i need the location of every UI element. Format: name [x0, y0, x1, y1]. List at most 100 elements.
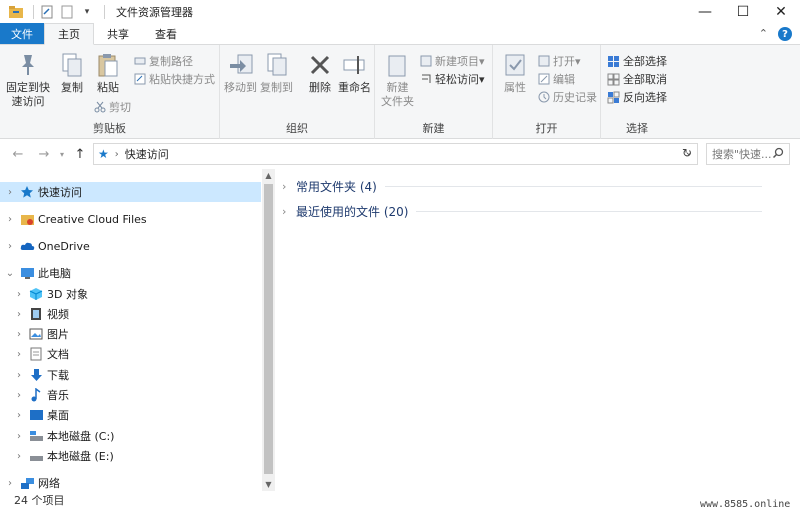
history-icon — [537, 91, 550, 104]
chevron-right-icon[interactable]: › — [14, 410, 24, 421]
nav-item-network[interactable]: › 网络 — [0, 473, 261, 493]
item-count: 24 个项目 — [14, 494, 65, 507]
scroll-down-icon[interactable]: ▼ — [262, 480, 275, 489]
clipboard-group: 固定到快 速访问 复制 粘贴 复制路径 粘贴快捷方式 剪切 剪贴板 — [0, 45, 220, 139]
star-icon: ★ — [98, 147, 109, 161]
edit-icon — [537, 73, 550, 86]
cut-button[interactable]: 剪切 — [93, 98, 131, 116]
computer-icon — [19, 265, 35, 281]
delete-x-icon — [306, 51, 334, 79]
open-group-label: 打开 — [535, 122, 558, 135]
address-bar[interactable]: ★ › 快速访问 ⌄ — [93, 143, 698, 165]
clipboard-group-label: 剪贴板 — [93, 122, 126, 135]
recent-files-group[interactable]: › 最近使用的文件 (20) — [282, 199, 762, 223]
nav-item-documents[interactable]: › 文档 — [0, 344, 261, 364]
rename-button[interactable]: 重命名 — [338, 51, 371, 95]
open-button[interactable]: 打开 ▾ — [537, 52, 581, 70]
nav-item-drive-c[interactable]: › 本地磁盘 (C:) — [0, 426, 261, 446]
easy-access-button[interactable]: 轻松访问 ▾ — [419, 70, 485, 88]
nav-item-creative-cloud[interactable]: › Creative Cloud Files — [0, 209, 261, 229]
chevron-down-icon[interactable]: ⌄ — [5, 268, 15, 279]
chevron-right-icon[interactable]: › — [5, 478, 15, 489]
nav-item-this-pc[interactable]: ⌄ 此电脑 — [0, 263, 261, 283]
nav-item-desktop[interactable]: › 桌面 — [0, 405, 261, 425]
maximize-button[interactable]: ☐ — [724, 0, 762, 24]
chevron-right-icon[interactable]: › — [14, 451, 24, 462]
close-button[interactable]: ✕ — [762, 0, 800, 24]
nav-item-quick-access[interactable]: › 快速访问 — [0, 182, 261, 202]
tab-share[interactable]: 共享 — [94, 23, 142, 44]
recent-locations-icon[interactable]: ▾ — [53, 150, 71, 159]
chevron-right-icon[interactable]: › — [14, 370, 24, 381]
edit-button[interactable]: 编辑 — [537, 70, 575, 88]
copy-icon — [58, 51, 86, 79]
new-item-button[interactable]: 新建项目 ▾ — [419, 52, 485, 70]
pin-quick-access-button[interactable]: 固定到快 速访问 — [6, 51, 50, 109]
tab-file[interactable]: 文件 — [0, 23, 44, 44]
nav-item-onedrive[interactable]: › OneDrive — [0, 236, 261, 256]
customize-toolbar-icon[interactable]: ▾ — [79, 4, 95, 20]
copy-to-button[interactable]: 复制到 — [260, 51, 293, 95]
move-to-button[interactable]: 移动到 — [224, 51, 257, 95]
invert-selection-button[interactable]: 反向选择 — [607, 88, 667, 106]
new-folder-button[interactable]: 新建 文件夹 — [381, 51, 414, 109]
search-input[interactable]: 搜索"快速... — [706, 143, 790, 165]
quick-access-toolbar: ▾ 文件资源管理器 — [0, 0, 193, 24]
properties-button[interactable]: 属性 — [501, 51, 529, 95]
chevron-right-icon[interactable]: › — [14, 309, 24, 320]
back-arrow-icon[interactable]: ← — [9, 147, 27, 162]
nav-item-music[interactable]: › 音乐 — [0, 385, 261, 405]
chevron-right-icon[interactable]: › — [14, 431, 24, 442]
copy-to-icon — [263, 51, 291, 79]
scroll-up-icon[interactable]: ▲ — [262, 171, 275, 180]
paste-shortcut-icon — [133, 73, 146, 86]
minimize-button[interactable]: — — [686, 0, 724, 24]
cloud-icon — [19, 238, 35, 254]
paste-button[interactable]: 粘贴 — [94, 51, 122, 95]
chevron-right-icon[interactable]: › — [14, 289, 24, 300]
copy-button[interactable]: 复制 — [58, 51, 86, 95]
properties-check-icon — [501, 51, 529, 79]
chevron-right-icon[interactable]: › — [14, 390, 24, 401]
nav-item-downloads[interactable]: › 下载 — [0, 365, 261, 385]
up-arrow-icon[interactable]: ↑ — [71, 147, 89, 162]
cube-icon — [28, 286, 44, 302]
scroll-thumb[interactable] — [264, 184, 273, 474]
forward-arrow-icon[interactable]: → — [35, 147, 53, 162]
chevron-right-icon[interactable]: › — [14, 329, 24, 340]
nav-item-pictures[interactable]: › 图片 — [0, 324, 261, 344]
select-none-button[interactable]: 全部取消 — [607, 70, 667, 88]
nav-item-drive-e[interactable]: › 本地磁盘 (E:) — [0, 446, 261, 466]
delete-button[interactable]: 删除 — [306, 51, 334, 95]
chevron-right-icon[interactable]: › — [5, 241, 15, 252]
new-item-icon — [419, 55, 432, 68]
help-icon[interactable]: ? — [778, 27, 792, 41]
title-bar: ▾ 文件资源管理器 — ☐ ✕ — [0, 0, 800, 24]
nav-item-3d-objects[interactable]: › 3D 对象 — [0, 284, 261, 304]
frequent-folders-group[interactable]: › 常用文件夹 (4) — [282, 174, 762, 198]
chevron-right-icon[interactable]: › — [5, 187, 15, 198]
tab-view[interactable]: 查看 — [142, 23, 190, 44]
properties-icon[interactable] — [39, 4, 55, 20]
document-icon — [28, 346, 44, 362]
collapse-ribbon-icon[interactable]: ⌃ — [759, 27, 768, 41]
select-all-icon — [607, 55, 620, 68]
nav-item-videos[interactable]: › 视频 — [0, 304, 261, 324]
select-all-button[interactable]: 全部选择 — [607, 52, 667, 70]
new-group-label: 新建 — [422, 122, 445, 135]
network-icon — [19, 475, 35, 491]
nav-scrollbar[interactable]: ▲ ▼ — [262, 169, 275, 491]
copy-path-button[interactable]: 复制路径 — [133, 52, 193, 70]
new-folder-quick-icon[interactable] — [59, 4, 75, 20]
paste-shortcut-button[interactable]: 粘贴快捷方式 — [133, 70, 215, 88]
chevron-right-icon[interactable]: › — [14, 349, 24, 360]
chevron-right-icon[interactable]: › — [5, 214, 15, 225]
history-button[interactable]: 历史记录 — [537, 88, 597, 106]
move-to-icon — [227, 51, 255, 79]
window-title: 文件资源管理器 — [116, 6, 193, 19]
tab-home[interactable]: 主页 — [44, 23, 94, 45]
refresh-icon[interactable]: ↻ — [682, 146, 692, 160]
navigation-pane: › 快速访问 › Creative Cloud Files › OneDrive… — [0, 178, 261, 490]
folder-app-icon — [8, 4, 24, 20]
organize-group: 移动到 复制到 删除 重命名 组织 — [220, 45, 375, 139]
